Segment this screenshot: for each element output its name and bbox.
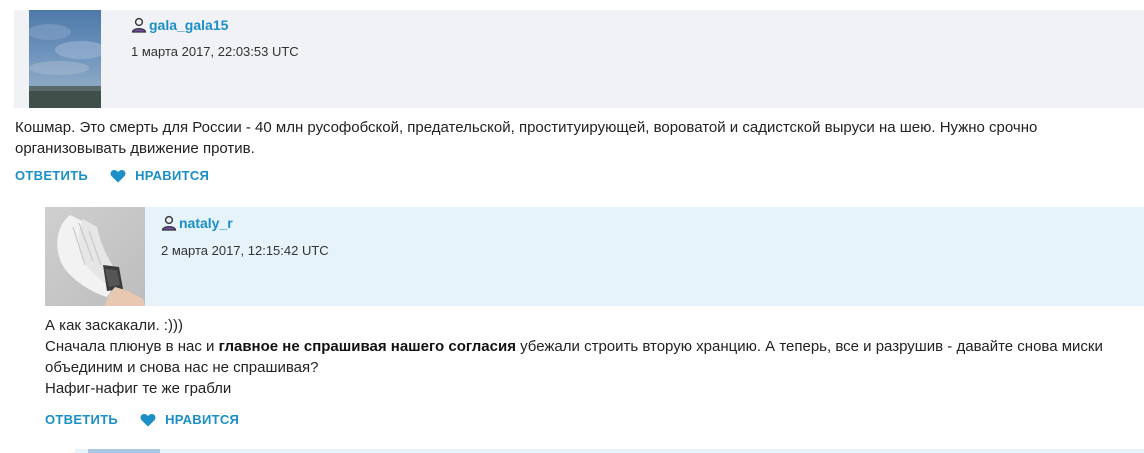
comment-paragraph: А как заскакали. :))) (45, 317, 183, 334)
reply-button[interactable]: ОТВЕТИТЬ (45, 412, 118, 427)
username-link[interactable]: gala_gala15 (149, 17, 228, 33)
comment-actions: ОТВЕТИТЬ НРАВИТСЯ (15, 168, 209, 183)
avatar-sky-photo (29, 10, 101, 108)
avatar[interactable] (45, 207, 145, 306)
timestamp: 2 марта 2017, 12:15:42 UTC (161, 243, 329, 258)
text-run: Сначала плюнув в нас и (45, 338, 219, 355)
next-comment-header (75, 449, 1144, 453)
like-label: НРАВИТСЯ (135, 168, 210, 183)
comment-body: А как заскакали. :))) Сначала плюнув в н… (45, 315, 1130, 399)
like-button[interactable]: НРАВИТСЯ (140, 412, 239, 427)
reply-button[interactable]: ОТВЕТИТЬ (15, 168, 88, 183)
comment-body: Кошмар. Это смерть для России - 40 млн р… (15, 117, 1125, 159)
heart-icon (110, 169, 126, 182)
timestamp: 1 марта 2017, 22:03:53 UTC (131, 44, 299, 59)
user-icon (131, 17, 147, 33)
heart-icon (140, 413, 156, 426)
avatar-wings-photo (45, 207, 145, 306)
like-button[interactable]: НРАВИТСЯ (110, 168, 209, 183)
avatar[interactable] (29, 10, 101, 108)
comment-paragraph: Сначала плюнув в нас и главное не спраши… (45, 336, 1130, 378)
comment-paragraph: Нафиг-нафиг те же грабли (45, 380, 232, 397)
user-line: nataly_r (161, 215, 233, 231)
comment-actions: ОТВЕТИТЬ НРАВИТСЯ (45, 412, 239, 427)
username-link[interactable]: nataly_r (179, 215, 233, 231)
user-icon (161, 215, 177, 231)
like-label: НРАВИТСЯ (165, 412, 240, 427)
comment-paragraph: Кошмар. Это смерть для России - 40 млн р… (15, 119, 1038, 157)
bold-text: главное не спрашивая нашего согласия (218, 338, 516, 355)
next-comment-avatar (88, 449, 160, 453)
user-line: gala_gala15 (131, 17, 228, 33)
